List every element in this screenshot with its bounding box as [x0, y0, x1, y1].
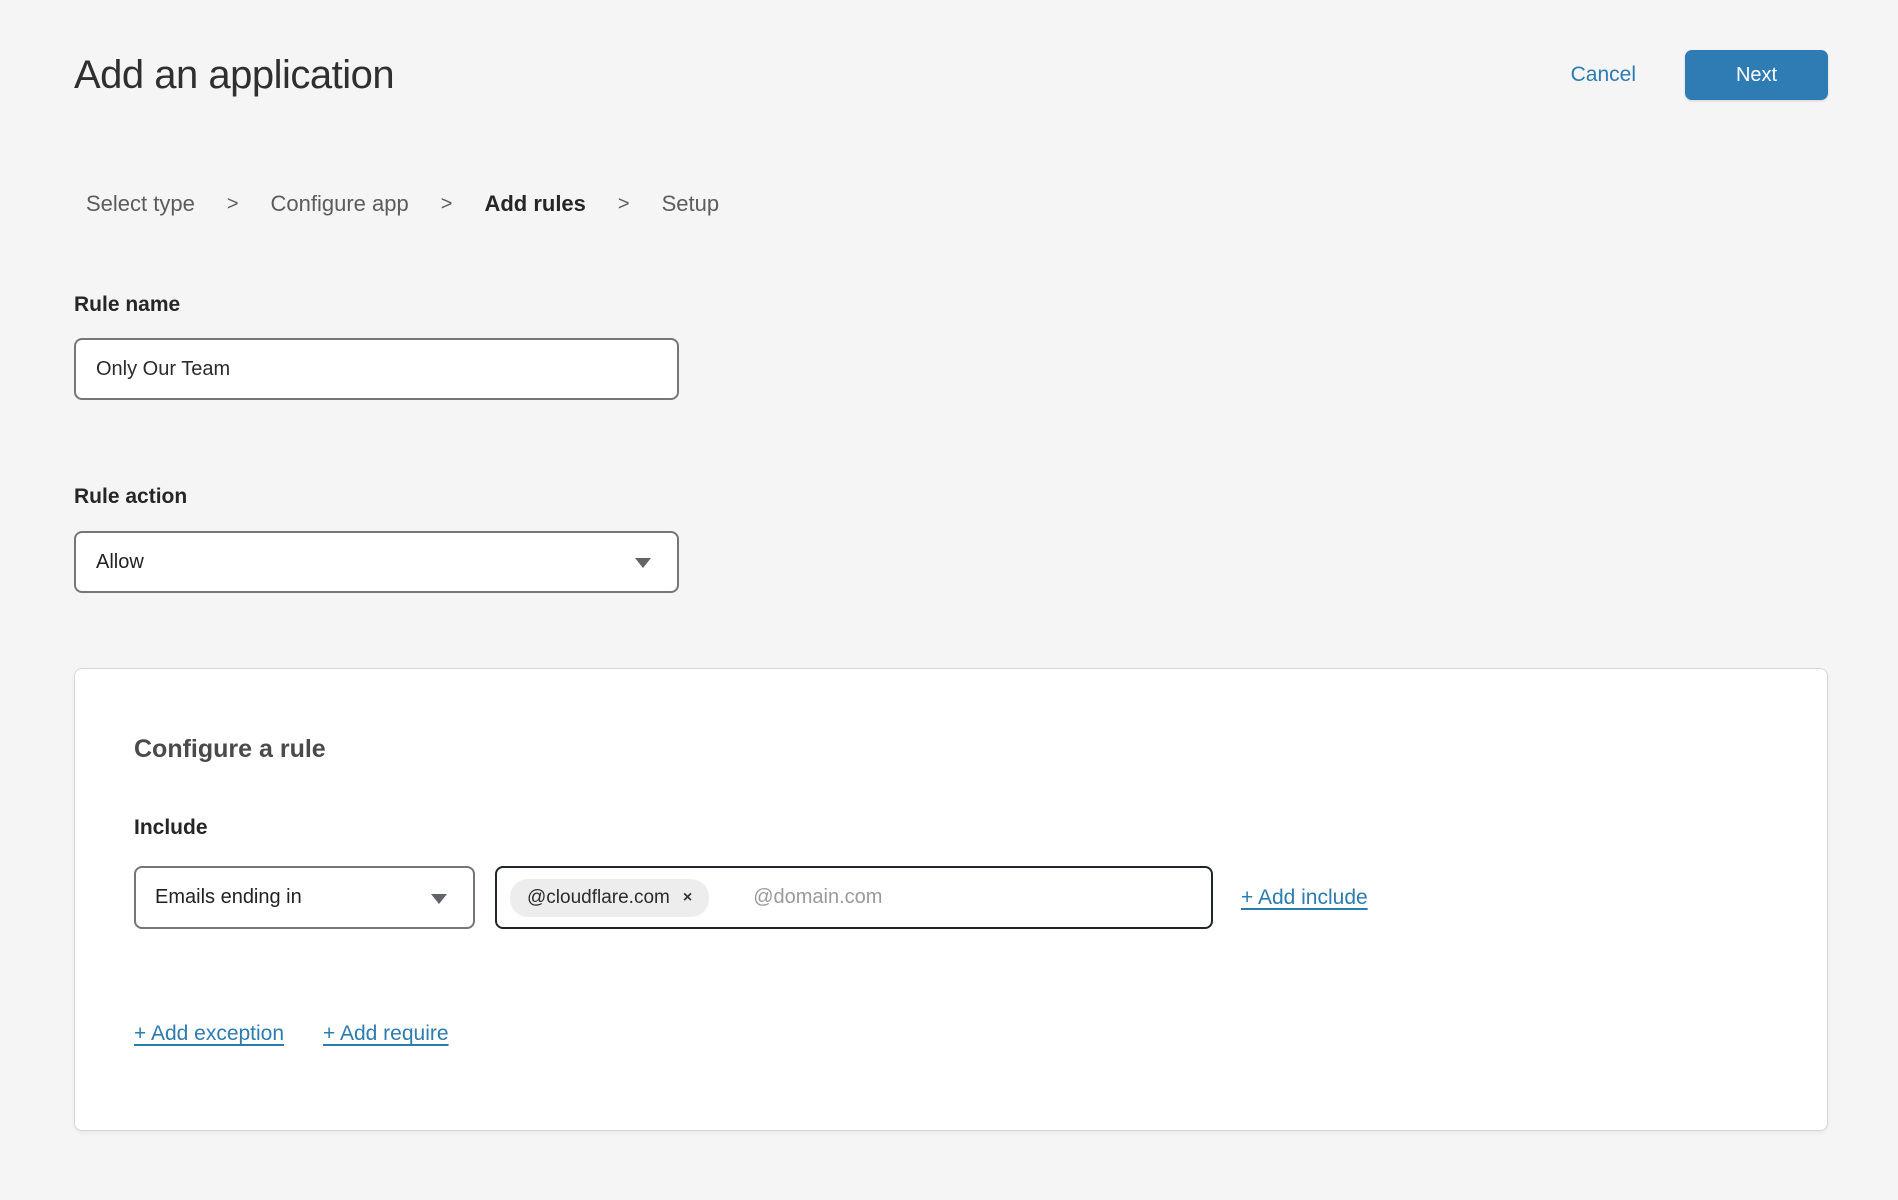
breadcrumb-separator: > [618, 193, 630, 216]
chevron-down-icon [431, 894, 447, 904]
include-criteria-select[interactable]: Emails ending in [134, 866, 475, 929]
main-content: Rule name Rule action Allow Configure a … [0, 293, 1898, 1131]
close-icon[interactable]: × [683, 890, 692, 906]
rule-card-title: Configure a rule [134, 735, 1768, 764]
add-exception-link[interactable]: + Add exception [134, 1022, 284, 1046]
rule-action-selected-value: Allow [96, 551, 144, 574]
rule-card-links: + Add exception + Add require [134, 1022, 1768, 1046]
next-button[interactable]: Next [1685, 50, 1828, 100]
header-actions: Cancel Next [1571, 50, 1828, 100]
include-label: Include [134, 816, 1768, 840]
cancel-button[interactable]: Cancel [1571, 63, 1636, 87]
breadcrumb-step-configure-app[interactable]: Configure app [271, 191, 409, 217]
rule-action-select[interactable]: Allow [74, 531, 679, 593]
breadcrumb-step-setup[interactable]: Setup [662, 191, 720, 217]
chevron-down-icon [635, 558, 651, 568]
breadcrumb: Select type > Configure app > Add rules … [86, 191, 1898, 217]
email-domain-input[interactable] [709, 886, 1197, 909]
add-require-link[interactable]: + Add require [323, 1022, 449, 1046]
rule-name-input[interactable] [74, 338, 679, 400]
include-criteria-selected-value: Emails ending in [155, 886, 302, 909]
add-include-link[interactable]: + Add include [1241, 886, 1368, 910]
page-title: Add an application [74, 53, 394, 98]
breadcrumb-step-select-type[interactable]: Select type [86, 191, 195, 217]
configure-rule-card: Configure a rule Include Emails ending i… [74, 668, 1828, 1131]
breadcrumb-separator: > [227, 193, 239, 216]
breadcrumb-separator: > [441, 193, 453, 216]
email-domain-chip-label: @cloudflare.com [527, 887, 670, 909]
email-domain-chip: @cloudflare.com × [510, 879, 709, 917]
page-header: Add an application Cancel Next [0, 0, 1898, 100]
rule-action-label: Rule action [74, 485, 1828, 509]
email-domains-multiselect[interactable]: @cloudflare.com × [495, 866, 1213, 929]
rule-name-label: Rule name [74, 293, 1828, 317]
breadcrumb-step-add-rules: Add rules [484, 191, 585, 217]
include-rule-row: Emails ending in @cloudflare.com × + Add… [134, 866, 1768, 929]
